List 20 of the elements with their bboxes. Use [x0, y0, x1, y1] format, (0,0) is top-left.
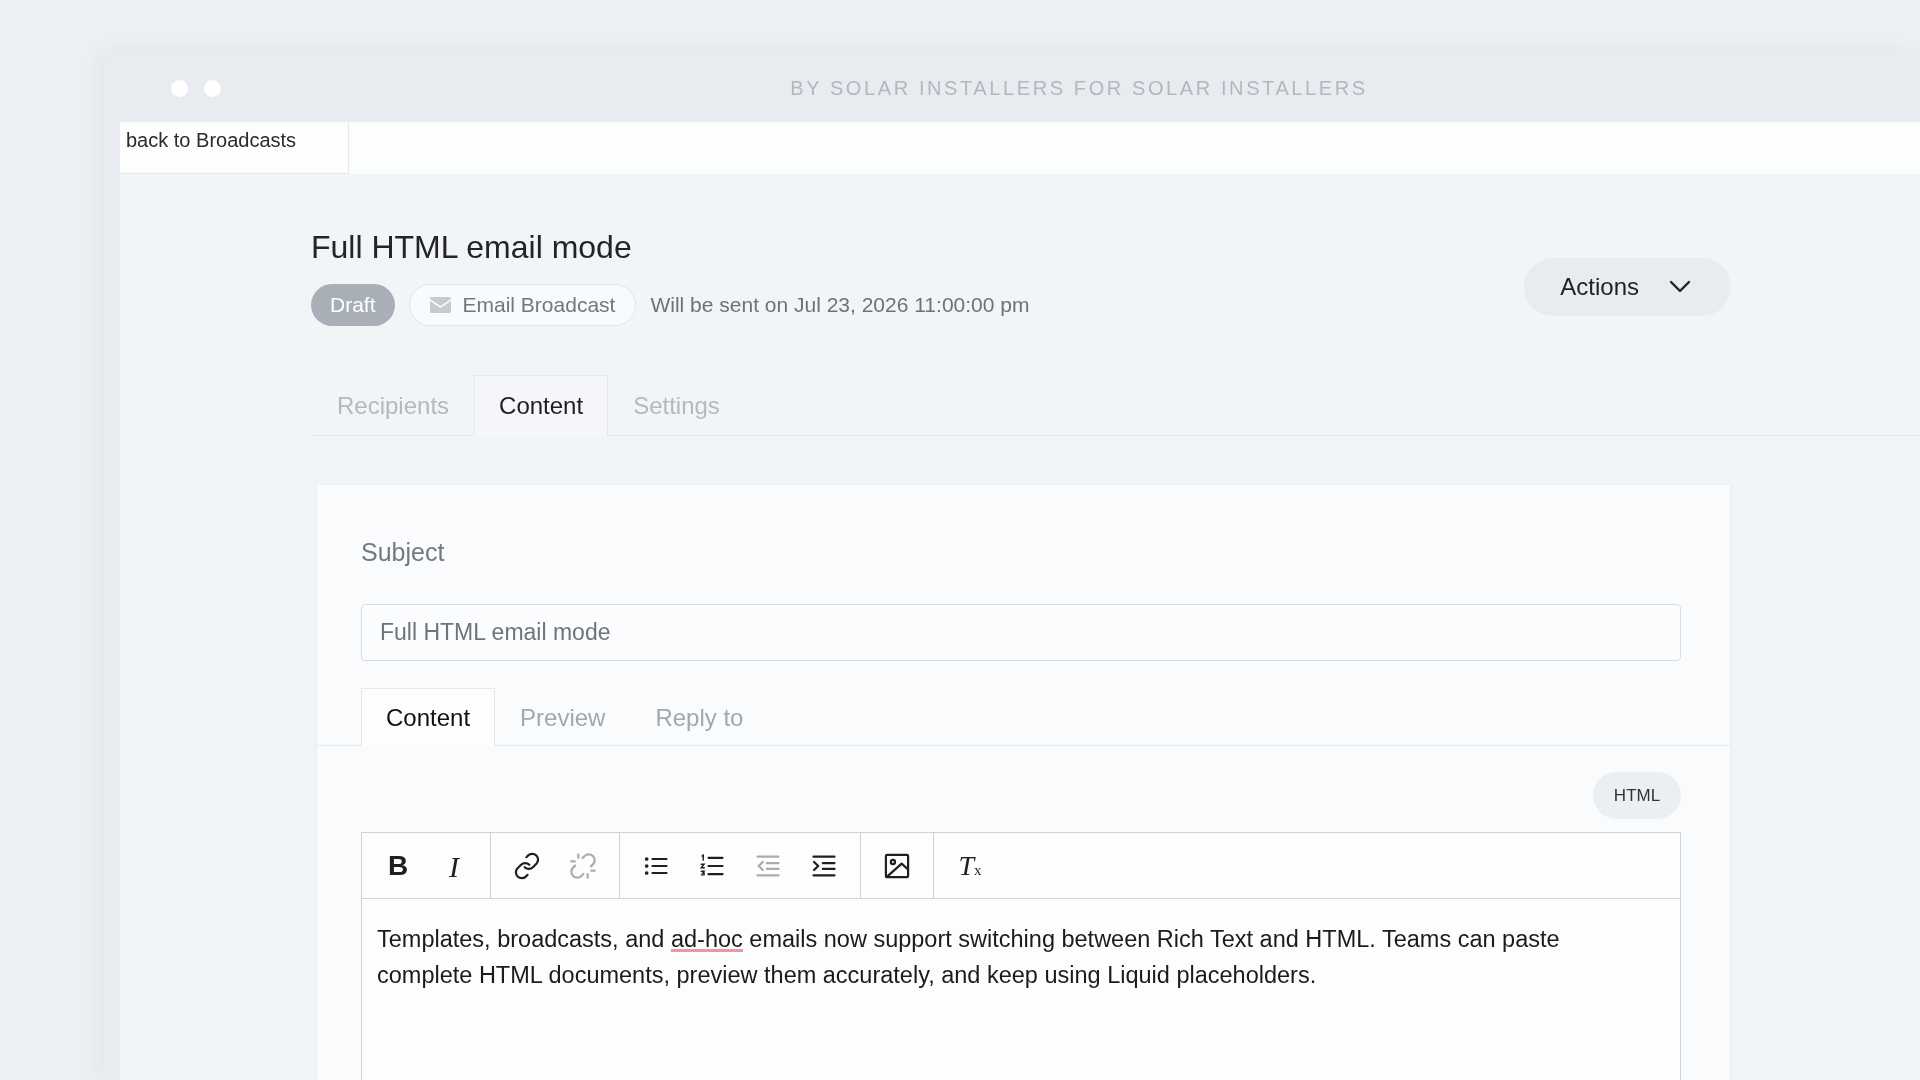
- subject-field[interactable]: Full HTML email mode: [361, 604, 1681, 661]
- page-title: Full HTML email mode: [311, 228, 633, 266]
- chain-link-icon: [513, 852, 541, 880]
- broken-chain-icon: [569, 852, 597, 880]
- actions-button[interactable]: Actions: [1524, 258, 1731, 316]
- back-link[interactable]: back to Broadcasts: [120, 122, 349, 174]
- editor-tab[interactable]: Content: [361, 688, 496, 746]
- html-mode-button[interactable]: HTML: [1593, 772, 1681, 819]
- editor-text: Templates, broadcasts, and ad-hoc emails now support switching between Rich Text and HTML. Teams can paste complete HTML documents, preview them accurately, and keep using Liquid placeholders.: [377, 925, 1561, 990]
- image-icon: [883, 852, 911, 880]
- editor-text-area[interactable]: Templates, broadcasts, and ad-hoc emails now support switching between Rich Text and HTML. Teams can paste complete HTML documents, preview them accurately, and keep using Liquid placeholders.: [362, 899, 1680, 1080]
- broadcast-type-label: Email Broadcast: [462, 292, 616, 319]
- chevron-down-icon: [1669, 280, 1691, 294]
- status-badge: Draft: [311, 284, 395, 326]
- envelope-icon: [429, 297, 451, 313]
- bold-button[interactable]: B: [370, 841, 426, 891]
- italic-button[interactable]: I: [426, 841, 482, 891]
- schedule-text: Will be sent on Jul 23, 2026 11:00:00 pm: [650, 292, 1030, 319]
- tab[interactable]: Content: [474, 375, 609, 436]
- subject-label: Subject: [361, 537, 446, 567]
